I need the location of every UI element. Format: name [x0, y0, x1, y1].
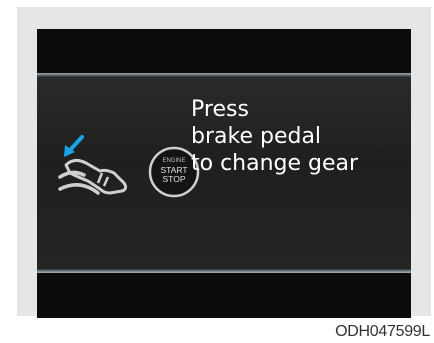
brake-pedal-foot-icon — [58, 135, 128, 195]
start-button-top-label: ENGINE — [162, 158, 185, 164]
image-code-label: ODH047599L — [335, 323, 430, 340]
message-line-1: Press — [191, 97, 249, 122]
start-button-bottom-label: STOP — [163, 174, 186, 184]
warning-message: Press brake pedal to change gear — [191, 96, 371, 177]
band-bottom-edge — [37, 269, 411, 273]
band-top-edge — [37, 73, 411, 77]
message-line-3: to change gear — [191, 151, 359, 176]
press-arrow-icon — [64, 135, 84, 157]
message-line-2: brake pedal — [191, 124, 322, 149]
